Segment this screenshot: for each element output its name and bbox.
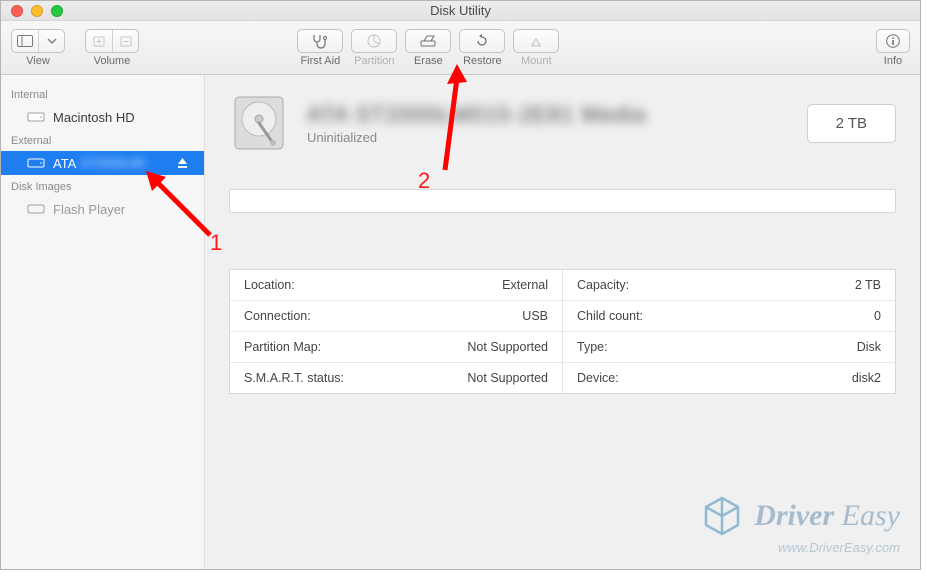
minimize-window-button[interactable] bbox=[31, 5, 43, 17]
cube-icon bbox=[700, 494, 744, 538]
pie-icon bbox=[366, 33, 382, 49]
disk-icon bbox=[27, 110, 45, 124]
external-disk-icon bbox=[27, 156, 45, 170]
erase-icon bbox=[419, 34, 437, 48]
sidebar-item-label: ATA bbox=[53, 156, 76, 171]
sidebar-header-internal: Internal bbox=[1, 83, 204, 105]
sidebar-item-label: Flash Player bbox=[53, 202, 125, 217]
sidebar-header-disk-images: Disk Images bbox=[1, 175, 204, 197]
dmg-icon bbox=[27, 202, 45, 216]
info-icon bbox=[885, 33, 901, 49]
erase-button[interactable] bbox=[405, 29, 451, 53]
sidebar-item-macintosh-hd[interactable]: Macintosh HD bbox=[1, 105, 204, 129]
watermark: Driver Easy www.DriverEasy.com bbox=[700, 494, 900, 555]
disk-details-table: Location:External Connection:USB Partiti… bbox=[229, 269, 896, 394]
window-title: Disk Utility bbox=[1, 3, 920, 18]
volume-controls bbox=[85, 29, 139, 53]
partition-button[interactable] bbox=[351, 29, 397, 53]
capacity-badge: 2 TB bbox=[807, 104, 896, 143]
annotation-label-1: 1 bbox=[210, 230, 222, 256]
view-switcher[interactable] bbox=[11, 29, 65, 53]
sidebar-item-flash-player[interactable]: Flash Player bbox=[1, 197, 204, 221]
restore-button[interactable] bbox=[459, 29, 505, 53]
stethoscope-icon bbox=[311, 33, 329, 49]
window-controls bbox=[11, 5, 63, 17]
hdd-illustration-icon bbox=[229, 93, 289, 153]
usage-bar bbox=[229, 189, 896, 213]
sidebar: Internal Macintosh HD External ATA ST200… bbox=[1, 75, 205, 569]
content-pane: ATA ST2000LM015-2E81 Media Uninitialized… bbox=[205, 75, 920, 569]
first-aid-button[interactable] bbox=[297, 29, 343, 53]
sidebar-view-icon[interactable] bbox=[12, 30, 38, 52]
disk-title: ATA ST2000LM015-2E81 Media bbox=[307, 102, 646, 128]
sidebar-item-ata-external[interactable]: ATA ST2000LM0 bbox=[1, 151, 204, 175]
close-window-button[interactable] bbox=[11, 5, 23, 17]
annotation-label-2: 2 bbox=[418, 168, 430, 194]
disk-utility-window: Disk Utility View Vol bbox=[0, 0, 921, 570]
eject-icon[interactable] bbox=[177, 157, 188, 169]
sidebar-item-label: Macintosh HD bbox=[53, 110, 135, 125]
view-label: View bbox=[26, 55, 50, 67]
toolbar-actions: First Aid Partition Erase Restore bbox=[297, 29, 559, 67]
mount-icon bbox=[529, 34, 543, 48]
info-button[interactable] bbox=[876, 29, 910, 53]
volume-remove-icon[interactable] bbox=[112, 30, 138, 52]
chevron-down-icon[interactable] bbox=[38, 30, 64, 52]
info-label: Info bbox=[884, 55, 902, 67]
sidebar-header-external: External bbox=[1, 129, 204, 151]
volume-label: Volume bbox=[94, 55, 131, 67]
zoom-window-button[interactable] bbox=[51, 5, 63, 17]
volume-add-icon[interactable] bbox=[86, 30, 112, 52]
toolbar: View Volume First Aid bbox=[1, 21, 920, 75]
disk-subtitle: Uninitialized bbox=[307, 130, 646, 145]
mount-button[interactable] bbox=[513, 29, 559, 53]
titlebar: Disk Utility bbox=[1, 1, 920, 21]
restore-icon bbox=[474, 33, 490, 49]
